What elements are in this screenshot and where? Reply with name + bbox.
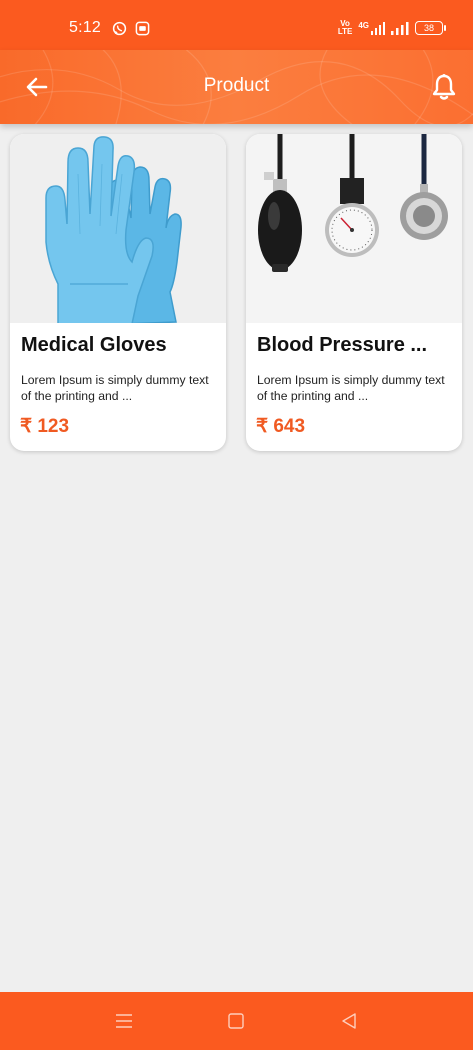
signal-strength-icon <box>371 21 385 35</box>
product-price: ₹ 643 <box>256 416 306 437</box>
blood-pressure-monitor-image <box>258 134 448 272</box>
battery-icon: 38 <box>415 21 446 35</box>
blue-medical-gloves-image <box>45 136 182 323</box>
system-navigation-bar <box>0 992 473 1050</box>
product-image <box>246 134 462 323</box>
status-notification-icons <box>112 21 150 36</box>
product-title: Medical Gloves <box>21 334 167 356</box>
whatsapp-icon <box>112 21 127 36</box>
product-description: Lorem Ipsum is simply dummy text of the … <box>257 373 445 403</box>
message-app-icon <box>135 21 150 36</box>
app-bar: Product <box>0 50 473 124</box>
product-card-medical-gloves[interactable]: Medical Gloves Lorem Ipsum is simply dum… <box>10 134 226 451</box>
home-square-icon[interactable] <box>226 1011 246 1031</box>
back-triangle-icon[interactable] <box>339 1011 359 1031</box>
volte-label-bottom: LTE <box>337 27 353 36</box>
notification-bell-button[interactable] <box>431 73 457 101</box>
product-image <box>10 134 226 323</box>
product-title: Blood Pressure ... <box>257 334 428 356</box>
status-system-icons: Vo LTE 4G 38 <box>337 20 446 36</box>
page-title: Product <box>203 75 270 96</box>
status-time: 5:12 <box>69 19 101 36</box>
status-bar: 5:12 Vo LTE 4G 38 <box>0 0 473 50</box>
menu-icon[interactable] <box>114 1011 134 1031</box>
product-price: ₹ 123 <box>20 416 70 437</box>
battery-level: 38 <box>423 23 434 33</box>
product-description: Lorem Ipsum is simply dummy text of the … <box>21 373 209 403</box>
network-type-label: 4G <box>358 20 369 30</box>
signal-strength-icon-2 <box>391 21 409 35</box>
product-card-blood-pressure[interactable]: Blood Pressure ... Lorem Ipsum is simply… <box>246 134 462 451</box>
